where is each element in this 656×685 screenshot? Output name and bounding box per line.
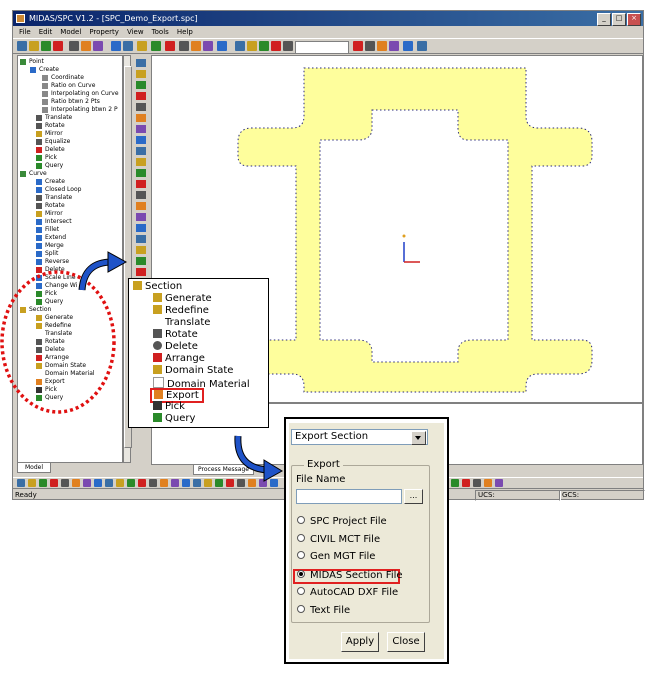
- apply-button[interactable]: Apply: [341, 632, 379, 652]
- radio-gen-mgt-file[interactable]: Gen MGT File: [297, 551, 375, 562]
- delete-icon: [153, 341, 162, 350]
- arrange-icon: [153, 353, 162, 362]
- zoom-item-arrange[interactable]: Arrange: [153, 353, 205, 365]
- radio-icon: [297, 551, 305, 559]
- zoom-node-section[interactable]: Section: [133, 281, 182, 293]
- radio-spc-project-file[interactable]: SPC Project File: [297, 516, 387, 527]
- generate-icon: [153, 293, 162, 302]
- section-icon: [133, 281, 142, 290]
- translate-icon: [153, 317, 162, 326]
- radio-midas-section-file[interactable]: MIDAS Section File: [297, 570, 403, 581]
- command-select[interactable]: Export Section: [291, 429, 428, 445]
- pick-icon: [153, 401, 162, 410]
- export-dialog: Export Section Export File Name ... SPC …: [289, 423, 444, 659]
- close-button[interactable]: Close: [387, 632, 425, 652]
- highlight-ellipse: [0, 270, 116, 414]
- zoom-item-pick[interactable]: Pick: [153, 401, 185, 413]
- export-group-label: Export: [304, 459, 343, 470]
- file-name-label: File Name: [296, 474, 346, 485]
- file-name-input[interactable]: [296, 489, 402, 504]
- command-select-value: Export Section: [295, 431, 369, 442]
- zoom-item-query[interactable]: Query: [153, 413, 195, 425]
- radio-icon: [297, 605, 305, 613]
- radio-selected-icon: [297, 570, 305, 578]
- radio-autocad-dxf-file[interactable]: AutoCAD DXF File: [297, 587, 398, 598]
- query-icon: [153, 413, 162, 422]
- domain-material-icon: [153, 377, 164, 388]
- domain-state-icon: [153, 365, 162, 374]
- rotate-icon: [153, 329, 162, 338]
- zoom-item-rotate[interactable]: Rotate: [153, 329, 198, 341]
- radio-icon: [297, 516, 305, 524]
- zoom-item-redefine[interactable]: Redefine: [153, 305, 209, 317]
- radio-icon: [297, 534, 305, 542]
- zoom-item-generate[interactable]: Generate: [153, 293, 212, 305]
- zoom-item-domain-state[interactable]: Domain State: [153, 365, 233, 377]
- radio-civil-mct-file[interactable]: CIVIL MCT File: [297, 534, 380, 545]
- radio-text-file[interactable]: Text File: [297, 605, 350, 616]
- radio-icon: [297, 587, 305, 595]
- browse-button[interactable]: ...: [404, 489, 423, 504]
- chevron-down-icon[interactable]: [411, 431, 426, 445]
- zoom-item-delete[interactable]: Delete: [153, 341, 198, 353]
- zoom-item-translate[interactable]: Translate: [153, 317, 210, 329]
- export-icon: [154, 390, 163, 399]
- redefine-icon: [153, 305, 162, 314]
- section-tree-zoom: Section Generate Redefine Translate Rota…: [128, 278, 269, 428]
